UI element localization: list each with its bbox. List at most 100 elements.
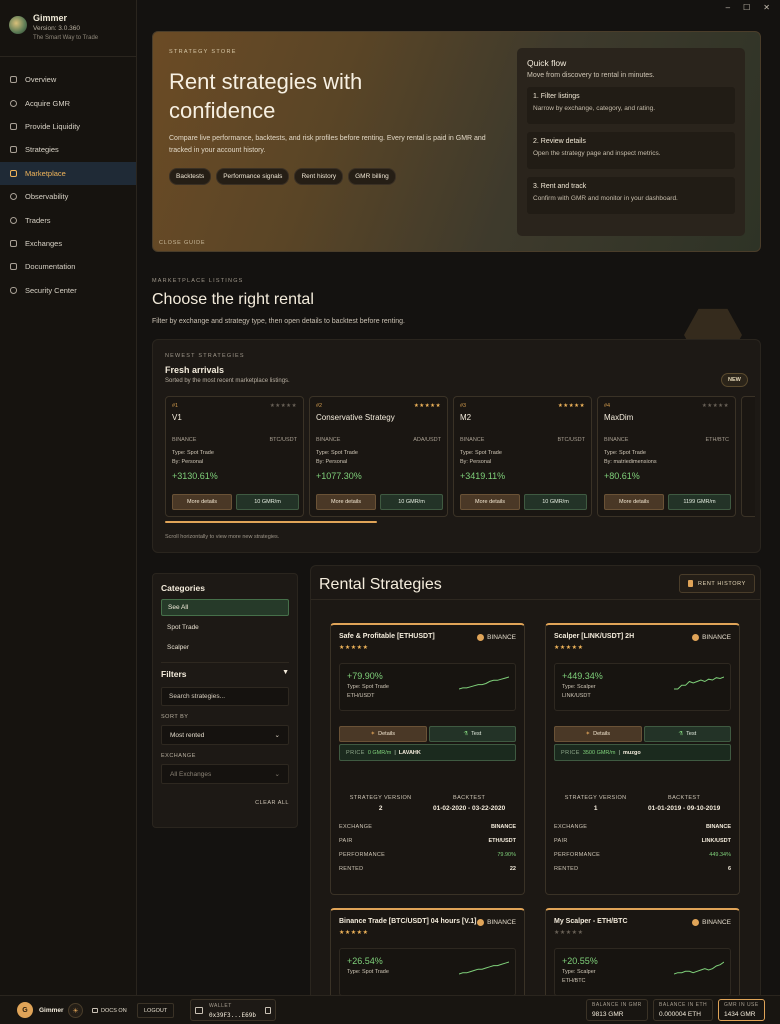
sidebar-item-provide-liquidity[interactable]: Provide Liquidity: [0, 115, 136, 138]
sidebar-item-observability[interactable]: Observability: [0, 185, 136, 208]
strategy-type: Type: Spot Trade: [604, 450, 646, 456]
exchange-name: BINANCE: [604, 437, 629, 443]
avatar[interactable]: G: [17, 1002, 33, 1018]
strategy-name: Safe & Profitable [ETHUSDT]: [339, 633, 435, 640]
star-icon: ★: [435, 403, 441, 409]
scroll-hint: Scroll horizontally to view more new str…: [165, 534, 280, 540]
sidebar-item-traders[interactable]: Traders: [0, 208, 136, 231]
category-spot-trade[interactable]: Spot Trade: [161, 619, 289, 636]
close-guide-button[interactable]: CLOSE GUIDE: [159, 240, 205, 246]
search-input[interactable]: Search strategies...: [161, 687, 289, 706]
backtest-value: 01-02-2020 - 03-22-2020: [432, 805, 506, 812]
quick-flow-title: Quick flow: [527, 58, 567, 68]
rent-history-button[interactable]: RENT HISTORY: [679, 574, 755, 593]
detail-value: BINANCE: [490, 824, 516, 830]
fresh-strategy-card[interactable]: #3 ★★★★★ M2 BINANCE BTC/USDT Type: Spot Trade…: [453, 396, 592, 517]
fresh-cards-scroller[interactable]: #1 ★★★★★ V1 BINANCE BTC/USDT Type: Spot Trade…: [165, 396, 755, 518]
rating-stars: ★★★★★: [339, 644, 516, 651]
detail-label: PERFORMANCE: [339, 852, 386, 858]
performance-sparkline: [674, 676, 724, 690]
rental-strategy-card[interactable]: My Scalper - ETH/BTC BINANCE ★★★★★ +20.55% T…: [545, 908, 740, 995]
strategy-author: By: Personal: [172, 459, 204, 465]
eye-icon: [10, 193, 17, 201]
category-scalper[interactable]: Scalper: [161, 639, 289, 656]
wallet-address: 0x39F3...E69b: [209, 1012, 256, 1019]
rent-history-label: RENT HISTORY: [698, 580, 746, 587]
rental-strategy-card[interactable]: Binance Trade [BTC/USDT] 04 hours [V.1] B…: [330, 908, 525, 995]
exchange-label: EXCHANGE: [161, 753, 196, 759]
balance-value: 0.000004 ETH: [659, 1011, 701, 1018]
sidebar-item-exchanges[interactable]: Exchanges: [0, 232, 136, 255]
strategy-version: STRATEGY VERSION 1: [565, 795, 627, 812]
filter-panel: Categories See All Spot Trade Scalper Fi…: [152, 573, 298, 828]
flask-icon: ⚗: [463, 731, 469, 737]
clear-all-button[interactable]: CLEAR ALL: [161, 800, 289, 806]
fresh-strategy-card[interactable]: #2 ★★★★★ Conservative Strategy BINANCE ADA/U…: [309, 396, 448, 517]
book-icon: [10, 263, 17, 271]
category-see-all[interactable]: See All: [161, 599, 289, 616]
more-details-button[interactable]: More details: [172, 494, 232, 510]
detail-value: LINK/USDT: [701, 838, 731, 844]
balance-value: 1434 GMR: [724, 1011, 756, 1018]
balance-eth: BALANCE IN ETH 0.000004 ETH: [653, 999, 714, 1021]
rent-price-button[interactable]: 10 GMR/m: [380, 494, 443, 510]
document-icon: [688, 580, 693, 587]
rating-stars: ★★★★★: [702, 403, 729, 409]
star-icon: ★: [291, 403, 297, 409]
details-button[interactable]: ✶ Details: [554, 726, 642, 742]
rent-price-button[interactable]: 1199 GMR/m: [668, 494, 731, 510]
divider: [161, 662, 289, 663]
sidebar-item-overview[interactable]: Overview: [0, 68, 136, 91]
trading-pair: BTC/USDT: [557, 437, 586, 443]
sidebar-item-acquire-gmr[interactable]: Acquire GMR: [0, 91, 136, 114]
strategy-name: MaxDim: [604, 413, 634, 422]
chip-performance-signals[interactable]: Performance signals: [216, 168, 290, 185]
docs-toggle[interactable]: DOCS ON: [88, 1003, 131, 1018]
performance-percent: +3130.61%: [172, 471, 218, 481]
more-details-button[interactable]: More details: [316, 494, 376, 510]
detail-row: PAIR LINK/USDT: [554, 838, 731, 844]
strategy-author: By: Personal: [316, 459, 348, 465]
sidebar-item-marketplace[interactable]: Marketplace: [0, 161, 136, 185]
detail-row: PERFORMANCE 79.90%: [339, 852, 516, 858]
sidebar-item-documentation[interactable]: Documentation: [0, 255, 136, 278]
filters-title: Filters: [161, 669, 187, 679]
exchange-icon: [10, 239, 17, 247]
sidebar-item-security-center[interactable]: Security Center: [0, 279, 136, 302]
exchange-name: BINANCE: [702, 634, 731, 641]
sidebar-item-strategies[interactable]: Strategies: [0, 138, 136, 161]
docs-label: DOCS ON: [101, 1007, 127, 1014]
more-details-button[interactable]: More details: [604, 494, 664, 510]
quick-flow-step: 2. Review details Open the strategy page…: [527, 132, 735, 169]
fresh-strategy-card[interactable]: #4 ★★★★★ MaxDim BINANCE ETH/BTC Type: Spot Tr…: [597, 396, 736, 517]
chip-gmr-billing[interactable]: GMR billing: [348, 168, 396, 185]
details-button[interactable]: ✶ Details: [339, 726, 427, 742]
rental-strategy-card[interactable]: Safe & Profitable [ETHUSDT] BINANCE ★★★★★ +…: [330, 623, 525, 895]
sort-by-select[interactable]: Most rented ⌄: [161, 725, 289, 745]
fresh-strategy-card[interactable]: #1 ★★★★★ V1 BINANCE BTC/USDT Type: Spot Trade…: [165, 396, 304, 517]
theme-toggle-icon[interactable]: ☀: [68, 1003, 83, 1018]
filters-header[interactable]: Filters ▼: [161, 669, 289, 679]
app-name: Gimmer: [33, 13, 68, 23]
step-title: 3. Rent and track: [533, 183, 587, 190]
step-description: Narrow by exchange, category, and rating…: [533, 105, 656, 112]
detail-value: 449.34%: [709, 852, 731, 858]
chip-rent-history[interactable]: Rent history: [294, 168, 344, 185]
fresh-strategy-card-partial[interactable]: [741, 396, 755, 517]
rental-strategy-card[interactable]: Scalper [LINK/USDT] 2H BINANCE ★★★★★ +449.3…: [545, 623, 740, 895]
rent-price-button[interactable]: 10 GMR/m: [236, 494, 299, 510]
rent-price-button[interactable]: 10 GMR/m: [524, 494, 587, 510]
horizontal-scrollbar[interactable]: [165, 521, 377, 523]
version-backtest-row: STRATEGY VERSION 2 BACKTEST 01-02-2020 - 03…: [339, 795, 516, 812]
test-button[interactable]: ⚗ Test: [428, 726, 516, 742]
chip-backtests[interactable]: Backtests: [169, 168, 212, 185]
exchange-select[interactable]: All Exchanges ⌄: [161, 764, 289, 784]
trading-pair: LINK/USDT: [562, 693, 591, 699]
more-details-button[interactable]: More details: [460, 494, 520, 510]
logout-button[interactable]: LOGOUT: [137, 1003, 175, 1018]
test-button[interactable]: ⚗ Test: [643, 726, 731, 742]
card-icon: [10, 122, 17, 130]
exchange-name: BINANCE: [460, 437, 485, 443]
sort-by-value: Most rented: [170, 731, 205, 739]
copy-icon[interactable]: [265, 1007, 271, 1014]
